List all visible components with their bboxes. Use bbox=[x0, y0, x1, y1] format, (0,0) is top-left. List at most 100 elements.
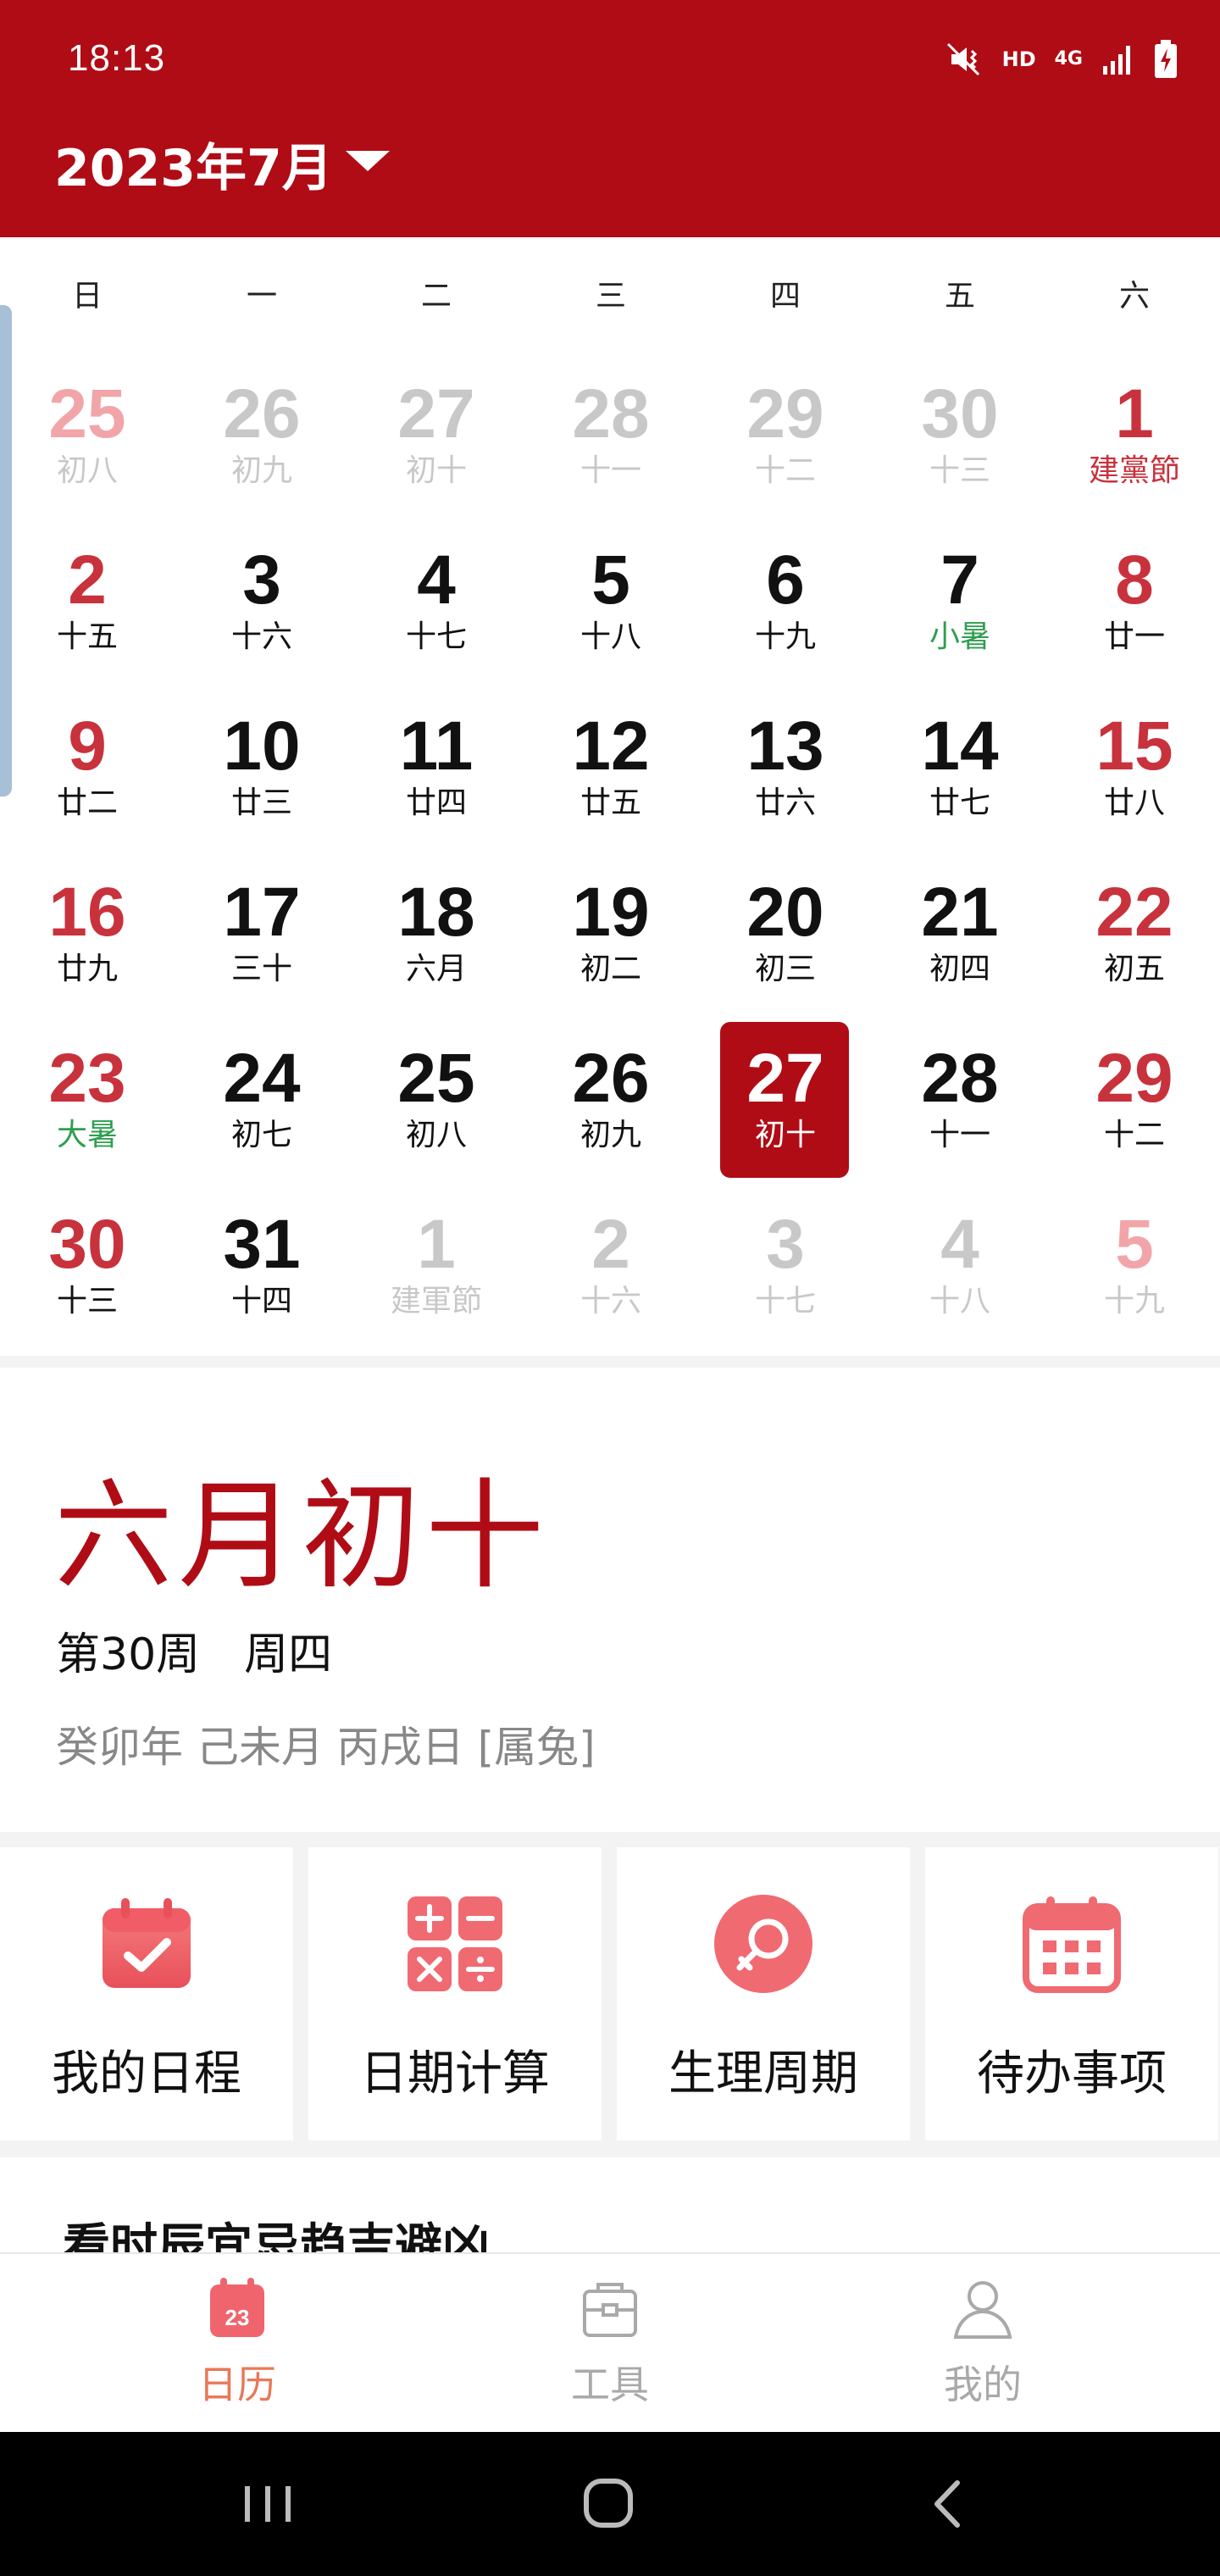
day-number: 29 bbox=[1095, 1040, 1173, 1117]
calendar-day[interactable]: 4 十七 bbox=[349, 522, 524, 688]
day-number: 25 bbox=[48, 375, 126, 452]
calendar-day[interactable]: 27 初十 bbox=[349, 356, 524, 522]
calendar-day[interactable]: 5 十八 bbox=[524, 522, 698, 688]
home-icon[interactable] bbox=[566, 2474, 651, 2534]
weekday-header: 日一二三四五六 bbox=[0, 271, 1220, 322]
day-number: 7 bbox=[940, 541, 979, 619]
divider bbox=[0, 1356, 1220, 1368]
nav-calendar[interactable]: 23 日历 bbox=[110, 2254, 364, 2434]
day-lunar-label: 十二 bbox=[1103, 1118, 1165, 1152]
weekday-label: 四 bbox=[769, 279, 801, 314]
tool-period[interactable]: 生理周期 bbox=[617, 1847, 910, 2140]
tool-label: 生理周期 bbox=[668, 2046, 858, 2101]
calendar-day[interactable]: 28 十一 bbox=[873, 1020, 1047, 1186]
nav-tools[interactable]: 工具 bbox=[483, 2254, 737, 2434]
day-lunar-label: 廿三 bbox=[230, 786, 292, 820]
calendar-day[interactable]: 25 初八 bbox=[349, 1020, 524, 1186]
calendar-day[interactable]: 31 十四 bbox=[175, 1186, 349, 1352]
day-number: 8 bbox=[1115, 541, 1154, 619]
calendar-day-selected[interactable]: 27 初十 bbox=[698, 1020, 873, 1186]
calendar-day[interactable]: 13 廿六 bbox=[698, 688, 873, 854]
day-number: 16 bbox=[48, 874, 126, 951]
battery-charging-icon bbox=[1155, 40, 1177, 78]
day-number: 25 bbox=[397, 1040, 475, 1117]
weekday-label: 五 bbox=[944, 279, 975, 314]
calendar-grid: 25 初八 26 初九 27 初十 28 十一 29 十二 30 十三 1 建黨節 2 十五 3 十六 4 十七 5 十八… bbox=[0, 356, 1220, 1356]
calendar-day[interactable]: 11 廿四 bbox=[349, 688, 524, 854]
recent-apps-icon[interactable] bbox=[225, 2474, 310, 2534]
app-header: 18:13 HD 4G 2023年7月 bbox=[0, 0, 1220, 237]
tool-label: 待办事项 bbox=[977, 2046, 1167, 2101]
calendar-day[interactable]: 10 廿三 bbox=[175, 688, 349, 854]
calendar-day[interactable]: 3 十七 bbox=[698, 1186, 873, 1352]
calendar-day[interactable]: 18 六月 bbox=[349, 854, 524, 1020]
calendar-day[interactable]: 15 廿八 bbox=[1047, 688, 1220, 854]
calendar-day[interactable]: 8 廿一 bbox=[1047, 522, 1220, 688]
tool-label: 我的日程 bbox=[52, 2046, 241, 2101]
month-selector[interactable]: 2023年7月 bbox=[54, 127, 333, 201]
day-number: 15 bbox=[1095, 708, 1173, 785]
calendar-day[interactable]: 6 十九 bbox=[698, 522, 873, 688]
back-icon[interactable] bbox=[907, 2474, 991, 2534]
day-lunar-label: 十九 bbox=[754, 619, 816, 654]
day-lunar-label: 十七 bbox=[754, 1284, 816, 1319]
day-lunar-label: 初二 bbox=[580, 952, 641, 986]
day-number: 9 bbox=[68, 708, 107, 785]
calendar-day[interactable]: 19 初二 bbox=[524, 854, 698, 1020]
day-number: 4 bbox=[417, 541, 456, 619]
calendar-day[interactable]: 30 十三 bbox=[0, 1186, 175, 1352]
tool-date-calc[interactable]: 日期计算 bbox=[308, 1847, 602, 2140]
day-number: 24 bbox=[223, 1040, 301, 1117]
day-lunar-label: 初四 bbox=[929, 952, 990, 986]
day-lunar-label: 小暑 bbox=[929, 619, 990, 654]
day-number: 17 bbox=[223, 874, 301, 951]
calendar-day[interactable]: 17 三十 bbox=[175, 854, 349, 1020]
tool-todo[interactable]: 待办事项 bbox=[925, 1847, 1218, 2140]
calendar-day[interactable]: 4 十八 bbox=[873, 1186, 1047, 1352]
calendar-day[interactable]: 21 初四 bbox=[873, 854, 1047, 1020]
calendar-day[interactable]: 20 初三 bbox=[698, 854, 873, 1020]
calendar-day[interactable]: 26 初九 bbox=[175, 356, 349, 522]
calendar-day[interactable]: 1 建軍節 bbox=[349, 1186, 524, 1352]
calendar-day[interactable]: 28 十一 bbox=[524, 356, 698, 522]
calendar-day[interactable]: 1 建黨節 bbox=[1047, 356, 1220, 522]
calendar-day[interactable]: 7 小暑 bbox=[873, 522, 1047, 688]
calendar-day[interactable]: 29 十二 bbox=[1047, 1020, 1220, 1186]
calendar-day[interactable]: 9 廿二 bbox=[0, 688, 175, 854]
calendar-day[interactable]: 3 十六 bbox=[175, 522, 349, 688]
calendar-grid-icon bbox=[1023, 1896, 1121, 1993]
day-lunar-label: 初七 bbox=[230, 1118, 292, 1152]
calendar-day[interactable]: 26 初九 bbox=[524, 1020, 698, 1186]
calendar-day[interactable]: 25 初八 bbox=[0, 356, 175, 522]
day-number: 5 bbox=[591, 541, 630, 619]
calendar-day[interactable]: 16 廿九 bbox=[0, 854, 175, 1020]
calendar-day[interactable]: 14 廿七 bbox=[873, 688, 1047, 854]
calendar-day[interactable]: 2 十六 bbox=[524, 1186, 698, 1352]
day-lunar-label: 初十 bbox=[405, 453, 467, 488]
calendar-day[interactable]: 30 十三 bbox=[873, 356, 1047, 522]
tool-my-schedule[interactable]: 我的日程 bbox=[0, 1847, 293, 2140]
calendar-day[interactable]: 29 十二 bbox=[698, 356, 873, 522]
day-lunar-label: 初八 bbox=[405, 1118, 467, 1152]
day-number: 29 bbox=[746, 375, 824, 452]
bottom-nav: 23 日历 工具 我的 bbox=[0, 2252, 1220, 2434]
day-lunar-label: 十一 bbox=[929, 1118, 990, 1152]
day-number: 27 bbox=[746, 1040, 824, 1117]
calendar-day[interactable]: 5 十九 bbox=[1047, 1186, 1220, 1352]
nav-mine[interactable]: 我的 bbox=[856, 2254, 1110, 2434]
calendar-day[interactable]: 23 大暑 bbox=[0, 1020, 175, 1186]
status-time: 18:13 bbox=[68, 37, 166, 79]
calendar-day[interactable]: 12 廿五 bbox=[524, 688, 698, 854]
caret-down-icon[interactable] bbox=[346, 151, 390, 171]
calendar-day[interactable]: 22 初五 bbox=[1047, 854, 1220, 1020]
calendar-check-icon bbox=[103, 1898, 191, 1988]
calendar-day[interactable]: 24 初七 bbox=[175, 1020, 349, 1186]
signal-icon bbox=[1103, 46, 1130, 75]
day-number: 13 bbox=[746, 708, 824, 785]
calendar-day[interactable]: 2 十五 bbox=[0, 522, 175, 688]
day-number: 27 bbox=[397, 375, 475, 452]
divider bbox=[0, 1832, 1220, 1847]
day-number: 28 bbox=[572, 375, 650, 452]
network-indicator: 4G bbox=[1054, 48, 1083, 69]
day-lunar-label: 初九 bbox=[230, 453, 292, 488]
